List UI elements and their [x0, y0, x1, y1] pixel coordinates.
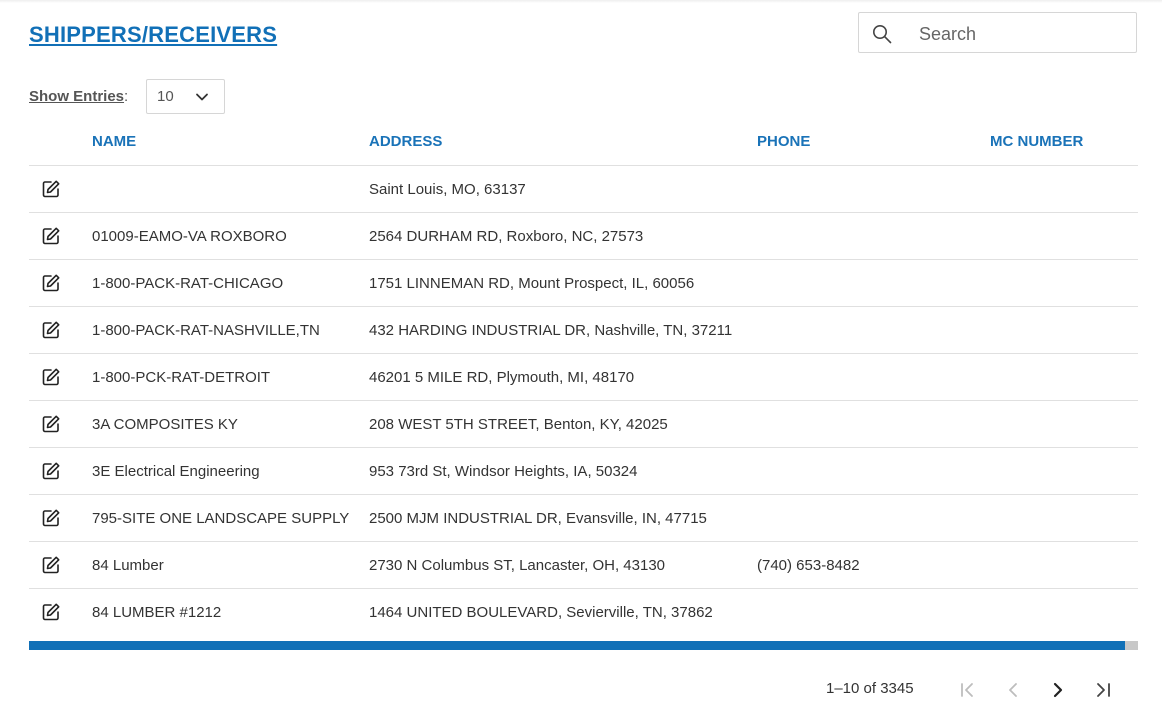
table-row: 795-SITE ONE LANDSCAPE SUPPLY 2500 MJM IN…: [29, 494, 1138, 542]
show-entries-text: Show Entries: [29, 88, 125, 105]
cell-mc-number: [990, 165, 1138, 213]
horizontal-scrollbar[interactable]: [29, 641, 1138, 650]
column-header-address[interactable]: ADDRESS: [369, 118, 757, 166]
last-page-button[interactable]: [1092, 679, 1114, 701]
cell-mc-number: [990, 259, 1138, 307]
top-shadow: [0, 0, 1162, 3]
scrollbar-thumb[interactable]: [29, 641, 1125, 650]
edit-icon[interactable]: [41, 461, 61, 481]
cell-phone: [757, 353, 990, 401]
cell-phone: [757, 400, 990, 448]
cell-phone: [757, 165, 990, 213]
cell-name: 1-800-PACK-RAT-CHICAGO: [92, 259, 369, 307]
edit-cell: [29, 259, 92, 307]
edit-cell: [29, 447, 92, 495]
column-header-name[interactable]: NAME: [92, 118, 369, 166]
edit-icon[interactable]: [41, 414, 61, 434]
edit-icon[interactable]: [41, 508, 61, 528]
entries-select-value: 10: [157, 88, 174, 105]
page-title[interactable]: SHIPPERS/RECEIVERS: [29, 22, 277, 48]
table-row: 01009-EAMO-VA ROXBORO 2564 DURHAM RD, Rox…: [29, 212, 1138, 260]
cell-mc-number: [990, 212, 1138, 260]
edit-cell: [29, 165, 92, 213]
column-header-edit: [29, 118, 92, 166]
cell-address: 1464 UNITED BOULEVARD, Sevierville, TN, …: [369, 603, 713, 621]
cell-name: 3A COMPOSITES KY: [92, 400, 369, 448]
cell-address: 1751 LINNEMAN RD, Mount Prospect, IL, 60…: [369, 259, 757, 307]
table-row: Saint Louis, MO, 63137: [29, 165, 1138, 213]
cell-mc-number: [990, 400, 1138, 448]
cell-name: 3E Electrical Engineering: [92, 447, 369, 495]
table-row: 1-800-PACK-RAT-CHICAGO 1751 LINNEMAN RD, …: [29, 259, 1138, 307]
table-row: 3A COMPOSITES KY 208 WEST 5TH STREET, Ben…: [29, 400, 1138, 448]
first-page-button[interactable]: [957, 679, 979, 701]
cell-phone: [757, 447, 990, 495]
show-entries-colon: :: [124, 88, 129, 105]
cell-address: 2500 MJM INDUSTRIAL DR, Evansville, IN, …: [369, 494, 757, 542]
search-input[interactable]: [917, 21, 1131, 47]
table-row: 1-800-PACK-RAT-NASHVILLE,TN 432 HARDING I…: [29, 306, 1138, 354]
search-icon: [873, 25, 892, 44]
cell-address: 208 WEST 5TH STREET, Benton, KY, 42025: [369, 400, 757, 448]
search-box[interactable]: [858, 12, 1137, 53]
cell-address: 2564 DURHAM RD, Roxboro, NC, 27573: [369, 212, 757, 260]
cell-name: 84 Lumber: [92, 541, 369, 589]
cell-name: 1-800-PACK-RAT-NASHVILLE,TN: [92, 306, 369, 354]
cell-mc-number: [990, 306, 1138, 354]
prev-page-icon: [1009, 683, 1017, 697]
table-header-row: NAME ADDRESS PHONE MC NUMBER: [29, 118, 1138, 166]
edit-cell: [29, 353, 92, 401]
cell-phone: (740) 653-8482: [757, 541, 990, 589]
edit-icon[interactable]: [41, 226, 61, 246]
edit-icon[interactable]: [41, 179, 61, 199]
shippers-table: NAME ADDRESS PHONE MC NUMBER Saint Louis…: [29, 118, 1138, 635]
edit-icon[interactable]: [41, 602, 61, 622]
cell-mc-number: [990, 447, 1138, 495]
show-entries-label: Show Entries:: [29, 88, 128, 105]
table-row: 84 LUMBER #1212 1464 UNITED BOULEVARD, Se…: [29, 589, 1138, 636]
first-page-icon: [961, 683, 973, 697]
edit-cell: [29, 541, 92, 589]
next-page-icon: [1053, 682, 1063, 698]
cell-address: 432 HARDING INDUSTRIAL DR, Nashville, TN…: [369, 306, 757, 354]
cell-phone: [757, 259, 990, 307]
table-row: 1-800-PCK-RAT-DETROIT 46201 5 MILE RD, Pl…: [29, 353, 1138, 401]
cell-phone: [757, 494, 990, 542]
edit-cell: [29, 212, 92, 260]
cell-phone: [757, 589, 990, 636]
cell-mc-number: [990, 494, 1138, 542]
cell-phone: [757, 212, 990, 260]
cell-phone: [757, 306, 990, 354]
cell-mc-number: [990, 353, 1138, 401]
edit-cell: [29, 306, 92, 354]
cell-name: 795-SITE ONE LANDSCAPE SUPPLY: [92, 494, 369, 542]
edit-icon[interactable]: [41, 367, 61, 387]
cell-address: Saint Louis, MO, 63137: [369, 165, 757, 213]
edit-icon[interactable]: [41, 320, 61, 340]
edit-cell: [29, 589, 92, 636]
cell-name: 1-800-PCK-RAT-DETROIT: [92, 353, 369, 401]
pagination-info: 1–10 of 3345: [826, 680, 914, 697]
cell-address: 46201 5 MILE RD, Plymouth, MI, 48170: [369, 353, 757, 401]
edit-cell: [29, 494, 92, 542]
edit-icon[interactable]: [41, 555, 61, 575]
edit-icon[interactable]: [41, 273, 61, 293]
next-page-button[interactable]: [1047, 679, 1069, 701]
column-header-phone[interactable]: PHONE: [757, 118, 990, 166]
last-page-icon: [1097, 683, 1110, 697]
chevron-down-icon: [196, 93, 208, 101]
cell-mc-number: [990, 589, 1138, 636]
table-row: 3E Electrical Engineering 953 73rd St, Wi…: [29, 447, 1138, 495]
cell-address: 953 73rd St, Windsor Heights, IA, 50324: [369, 447, 757, 495]
cell-name: 01009-EAMO-VA ROXBORO: [92, 212, 369, 260]
cell-name: [92, 165, 369, 213]
entries-select[interactable]: 10: [146, 79, 225, 114]
edit-cell: [29, 400, 92, 448]
cell-address: 2730 N Columbus ST, Lancaster, OH, 43130: [369, 541, 757, 589]
cell-mc-number: [990, 541, 1138, 589]
column-header-mc-number[interactable]: MC NUMBER: [990, 118, 1138, 166]
table-row: 84 Lumber 2730 N Columbus ST, Lancaster, …: [29, 541, 1138, 589]
cell-name: 84 LUMBER #1212: [92, 603, 222, 621]
prev-page-button[interactable]: [1002, 679, 1024, 701]
